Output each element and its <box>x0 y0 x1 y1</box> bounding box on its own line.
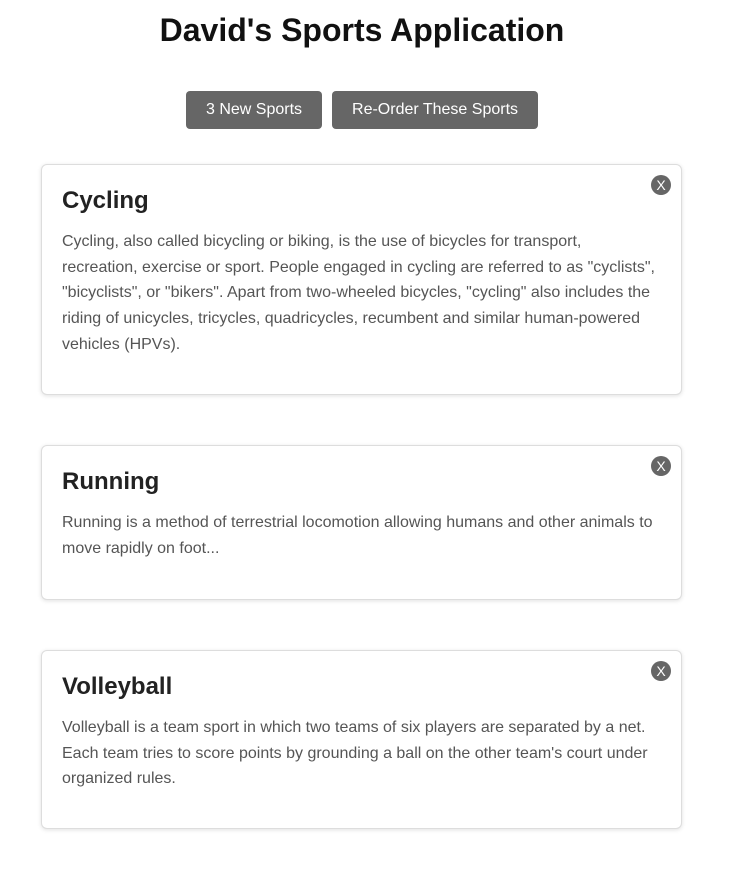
page-title: David's Sports Application <box>159 12 565 48</box>
close-icon[interactable]: X <box>651 175 671 195</box>
sport-description: Cycling, also called bicycling or biking… <box>62 233 655 353</box>
sport-card-volleyball: X Volleyball Volleyball is a team sport … <box>41 650 682 829</box>
close-icon[interactable]: X <box>651 456 671 476</box>
sport-title: Cycling <box>62 187 149 214</box>
reorder-sports-button[interactable]: Re-Order These Sports <box>332 91 539 129</box>
sport-description: Running is a method of terrestrial locom… <box>62 514 653 557</box>
sport-title: Running <box>62 468 160 495</box>
toolbar: 3 New Sports Re-Order These Sports <box>0 91 724 129</box>
sport-title: Volleyball <box>62 673 173 700</box>
sport-description: Volleyball is a team sport in which two … <box>62 719 648 788</box>
new-sports-button[interactable]: 3 New Sports <box>185 91 323 129</box>
close-icon[interactable]: X <box>651 661 671 681</box>
sport-card-running: X Running Running is a method of terrest… <box>41 445 682 600</box>
sport-card-cycling: X Cycling Cycling, also called bicycling… <box>41 164 682 395</box>
